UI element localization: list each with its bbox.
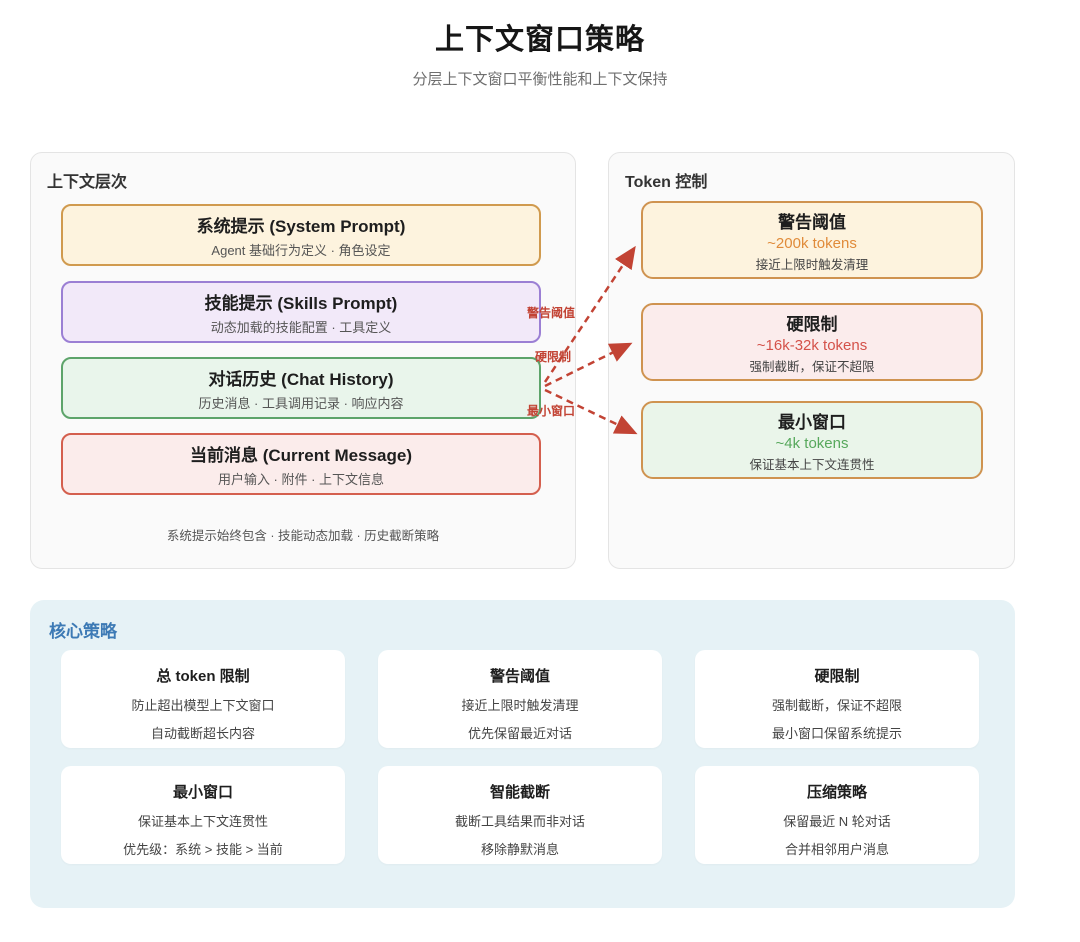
layer-desc: 动态加载的技能配置 · 工具定义	[211, 317, 392, 336]
token-desc: 接近上限时触发清理	[756, 254, 869, 273]
layer-system-prompt: 系统提示 (System Prompt) Agent 基础行为定义 · 角色设定	[61, 204, 541, 266]
layer-desc: Agent 基础行为定义 · 角色设定	[211, 240, 390, 259]
card-title: 最小窗口	[173, 781, 233, 802]
token-control-header: Token 控制	[625, 168, 707, 192]
strategy-card-total-token-limit: 总 token 限制 防止超出模型上下文窗口 自动截断超长内容	[61, 650, 345, 748]
context-layers-header: 上下文层次	[47, 168, 127, 192]
layer-current-message: 当前消息 (Current Message) 用户输入 · 附件 · 上下文信息	[61, 433, 541, 495]
page-subtitle: 分层上下文窗口平衡性能和上下文保持	[0, 68, 1080, 89]
card-title: 智能截断	[490, 781, 550, 802]
page-title: 上下文窗口策略	[0, 16, 1080, 58]
card-line: 优先级：系统 > 技能 > 当前	[123, 839, 283, 858]
layer-title: 技能提示 (Skills Prompt)	[205, 289, 398, 314]
strategy-card-min-window: 最小窗口 保证基本上下文连贯性 优先级：系统 > 技能 > 当前	[61, 766, 345, 864]
diagram-canvas: 上下文窗口策略 分层上下文窗口平衡性能和上下文保持 上下文层次 系统提示 (Sy…	[0, 0, 1080, 942]
token-desc: 强制截断，保证不超限	[749, 356, 874, 375]
token-control-panel: Token 控制 警告阈值 ~200k tokens 接近上限时触发清理 硬限制…	[608, 152, 1015, 569]
card-title: 警告阈值	[490, 665, 550, 686]
token-box-warning-threshold: 警告阈值 ~200k tokens 接近上限时触发清理	[641, 201, 983, 279]
card-line: 截断工具结果而非对话	[455, 811, 585, 830]
layer-chat-history: 对话历史 (Chat History) 历史消息 · 工具调用记录 · 响应内容	[61, 357, 541, 419]
layer-desc: 用户输入 · 附件 · 上下文信息	[218, 469, 384, 488]
card-line: 合并相邻用户消息	[785, 839, 889, 858]
card-line: 自动截断超长内容	[151, 723, 255, 742]
core-strategies-panel: 核心策略 总 token 限制 防止超出模型上下文窗口 自动截断超长内容 警告阈…	[30, 600, 1015, 908]
card-title: 总 token 限制	[156, 665, 249, 686]
token-value: ~4k tokens	[776, 435, 849, 452]
card-line: 优先保留最近对话	[468, 723, 572, 742]
strategy-card-warning-threshold: 警告阈值 接近上限时触发清理 优先保留最近对话	[378, 650, 662, 748]
token-title: 警告阈值	[778, 208, 846, 233]
card-title: 硬限制	[814, 665, 859, 686]
token-title: 硬限制	[787, 310, 838, 335]
context-layers-footnote: 系统提示始终包含 · 技能动态加载 · 历史截断策略	[31, 525, 575, 544]
core-strategies-header: 核心策略	[49, 617, 117, 642]
layer-desc: 历史消息 · 工具调用记录 · 响应内容	[198, 393, 403, 412]
strategy-card-smart-truncation: 智能截断 截断工具结果而非对话 移除静默消息	[378, 766, 662, 864]
card-line: 强制截断，保证不超限	[772, 695, 902, 714]
layer-skills-prompt: 技能提示 (Skills Prompt) 动态加载的技能配置 · 工具定义	[61, 281, 541, 343]
card-title: 压缩策略	[807, 781, 867, 802]
card-line: 最小窗口保留系统提示	[772, 723, 902, 742]
card-line: 防止超出模型上下文窗口	[131, 695, 274, 714]
token-value: ~16k-32k tokens	[757, 337, 868, 354]
layer-title: 当前消息 (Current Message)	[190, 441, 412, 466]
context-layers-panel: 上下文层次 系统提示 (System Prompt) Agent 基础行为定义 …	[30, 152, 576, 569]
token-title: 最小窗口	[778, 408, 846, 433]
token-value: ~200k tokens	[767, 235, 857, 252]
token-box-min-window: 最小窗口 ~4k tokens 保证基本上下文连贯性	[641, 401, 983, 479]
strategy-card-hard-limit: 硬限制 强制截断，保证不超限 最小窗口保留系统提示	[695, 650, 979, 748]
token-box-hard-limit: 硬限制 ~16k-32k tokens 强制截断，保证不超限	[641, 303, 983, 381]
token-desc: 保证基本上下文连贯性	[749, 454, 874, 473]
card-line: 接近上限时触发清理	[461, 695, 578, 714]
layer-title: 对话历史 (Chat History)	[208, 365, 393, 390]
layer-title: 系统提示 (System Prompt)	[197, 212, 406, 237]
card-line: 保证基本上下文连贯性	[138, 811, 268, 830]
strategy-card-compression-strategy: 压缩策略 保留最近 N 轮对话 合并相邻用户消息	[695, 766, 979, 864]
card-line: 移除静默消息	[481, 839, 559, 858]
card-line: 保留最近 N 轮对话	[783, 811, 891, 830]
